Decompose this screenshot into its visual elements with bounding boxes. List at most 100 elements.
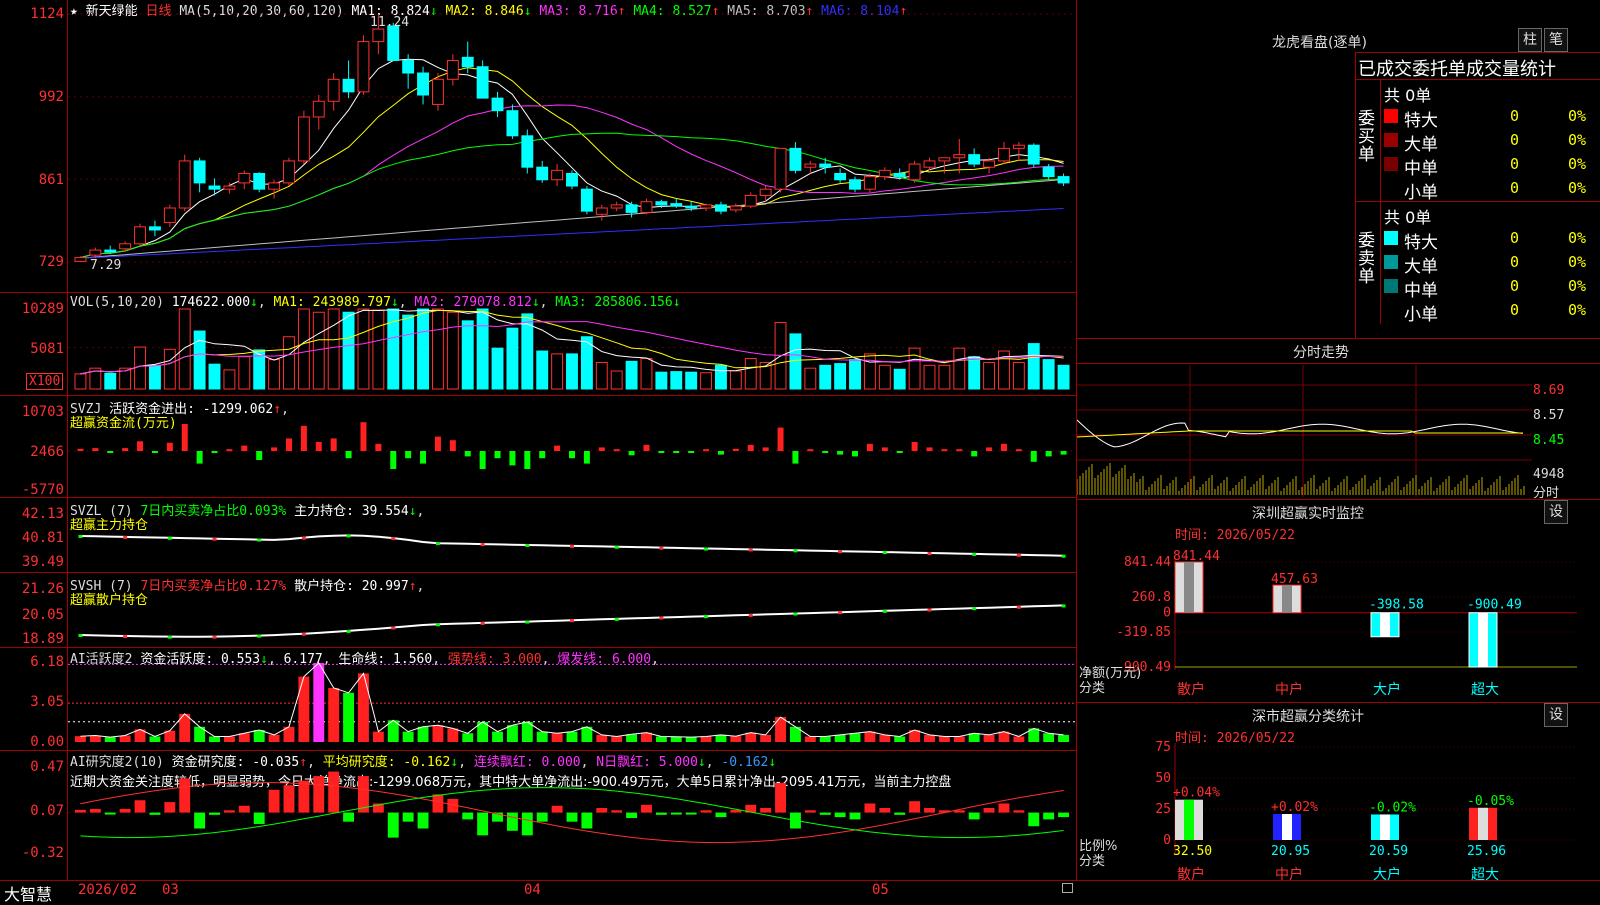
research-bar-pos: [313, 776, 325, 813]
research-bar-neg: [209, 812, 220, 815]
svzj-bar-out: [256, 451, 263, 461]
ai-research-plot[interactable]: [68, 751, 1076, 863]
sell-side-divider: [1380, 202, 1381, 324]
svzl-panel[interactable]: SVZL (7) 7日内买卖净占比0.093% 主力持仓: 39.554↓, 超…: [0, 497, 1076, 573]
vol-ytick-2: 5081: [30, 341, 64, 357]
candle-down: [625, 204, 638, 213]
vol-bar-up: [178, 308, 191, 390]
research-bar-pos: [164, 802, 176, 813]
svsh-marker: [167, 635, 172, 639]
ma-line-4: [80, 132, 1064, 259]
research-bar-neg: [685, 812, 697, 815]
buy-row-2: 大单 0 0%: [1382, 130, 1600, 155]
research-bar-neg: [834, 812, 846, 818]
ai-activity-plot[interactable]: [68, 648, 1076, 751]
svzj-bar-out: [1045, 451, 1052, 457]
svzl-marker: [704, 547, 709, 551]
activity-bar: [715, 734, 727, 742]
vol-bar-up: [700, 372, 713, 390]
candle-up: [74, 257, 87, 262]
activity-bar: [75, 736, 86, 742]
svsh-marker: [972, 607, 977, 611]
activity-bar: [1058, 734, 1069, 742]
tick-view-button[interactable]: 笔: [1544, 28, 1568, 52]
vol-bar-up: [744, 357, 757, 390]
vol-bar-up: [268, 359, 281, 390]
candle-up: [134, 226, 146, 245]
svsh-marker: [838, 611, 843, 615]
class-bar-inner: [1478, 807, 1488, 840]
candle-down: [148, 226, 161, 231]
candle-up: [878, 169, 891, 178]
svzl-ytick-2: 40.81: [21, 530, 64, 546]
vol-bar-down: [1027, 343, 1040, 390]
activity-bar: [611, 736, 623, 742]
candle-down: [506, 110, 519, 137]
svzl-plot[interactable]: [68, 498, 1076, 573]
sz-ytick: 260.8: [1132, 590, 1171, 605]
research-bar-pos: [924, 808, 935, 813]
color-swatch: [1384, 279, 1398, 293]
svsh-ytick-1: 21.26: [21, 581, 64, 597]
candle-down: [834, 172, 847, 181]
class-bar-inner: [1380, 814, 1390, 840]
intraday-ytick-1: 8.69: [1533, 383, 1565, 398]
svsh-plot[interactable]: [68, 573, 1076, 648]
svzj-panel[interactable]: SVZJ 活跃资金进出: -1299.062↑, 超赢资金流(万元) 10703…: [0, 395, 1076, 498]
class-bar-chart[interactable]: 75 50 25 0 +0.04% 32.50 散户 +0.02% 20.95 中户 -0.02% 2…: [1077, 703, 1600, 900]
vol-bar-up: [804, 367, 817, 390]
svzj-bar-out: [688, 451, 695, 454]
lock-icon[interactable]: [1062, 883, 1073, 893]
research-bar-pos: [596, 808, 608, 813]
svzl-marker: [793, 549, 798, 553]
svzl-marker: [882, 551, 887, 555]
svzl-marker: [525, 543, 530, 547]
vol-bar-down: [655, 371, 668, 390]
date-label-3: 04: [524, 882, 541, 898]
sz-bar-inner: [1380, 612, 1390, 637]
vol-bar-up: [297, 308, 310, 390]
main-chart-area[interactable]: ★ 新天绿能 日线 MA(5,10,20,30,60,120) MA1: 8.8…: [0, 0, 1076, 880]
vol-plot[interactable]: [68, 293, 1076, 396]
bar-view-button[interactable]: 柱: [1518, 28, 1542, 52]
price-panel[interactable]: ★ 新天绿能 日线 MA(5,10,20,30,60,120) MA1: 8.8…: [0, 0, 1076, 292]
research-bar-neg: [566, 812, 578, 822]
candle-down: [417, 72, 429, 96]
candle-down: [968, 154, 981, 165]
intraday-plot[interactable]: [1077, 365, 1532, 497]
activity-bar: [506, 725, 518, 742]
sell-row-4: 小单 0 0%: [1382, 300, 1600, 325]
activity-bar: [358, 673, 369, 742]
svzj-plot[interactable]: [68, 396, 1076, 498]
ai-research-panel[interactable]: AI研究度2(10) 资金研究度: -0.035↑, 平均研究度: -0.162…: [0, 750, 1076, 863]
vol-panel[interactable]: VOL(5,10,20) 174622.000↓, MA1: 243989.79…: [0, 292, 1076, 396]
svzj-bar-out: [628, 451, 635, 456]
ai-activity-panel[interactable]: AI活跃度2 资金活跃度: 0.553↓, 6.177, 生命线: 1.560,…: [0, 647, 1076, 751]
candle-up: [908, 163, 921, 181]
research-bar-pos: [611, 810, 623, 813]
price-plot[interactable]: [68, 0, 1076, 292]
svsh-panel[interactable]: SVSH (7) 7日内买卖净占比0.127% 散户持仓: 20.997↑, 超…: [0, 572, 1076, 648]
vol-bar-up: [238, 356, 251, 390]
sz-monitor-section[interactable]: 深圳超赢实时监控 设 时间: 2026/05/22 841.44 260.8 0 -3…: [1077, 500, 1600, 703]
candle-up: [983, 160, 996, 168]
svzj-bar-out: [509, 451, 516, 466]
ai1-ytick-3: 0.00: [30, 734, 64, 750]
low-label: 7.29: [90, 258, 122, 273]
svzj-bar-in: [166, 442, 173, 452]
candle-up: [700, 204, 713, 209]
activity-bar: [819, 736, 831, 742]
svzj-ytick-3: -5770: [21, 482, 64, 498]
class-category-label: 散户: [1177, 866, 1205, 883]
sz-class-section[interactable]: 深市超赢分类统计 设 时间: 2026/05/22 75 50 25 0 +0.04% 3…: [1077, 703, 1600, 900]
vol-bar-down: [104, 372, 117, 390]
sell-row-name: 中单: [1404, 281, 1438, 301]
research-bar-neg: [715, 812, 727, 818]
intraday-vol-tick: 4948: [1533, 467, 1565, 482]
intraday-section[interactable]: 分时走势 8.69 8.57 8.45 4948 分时: [1077, 339, 1600, 501]
research-bar-neg: [819, 812, 831, 815]
candle-up: [923, 160, 936, 168]
svzj-bar-out: [151, 451, 158, 454]
svzl-marker: [570, 544, 574, 548]
sz-bar-chart[interactable]: 841.44 260.80 -319.85 -900.49 841.44 散户 457.63…: [1077, 500, 1600, 702]
